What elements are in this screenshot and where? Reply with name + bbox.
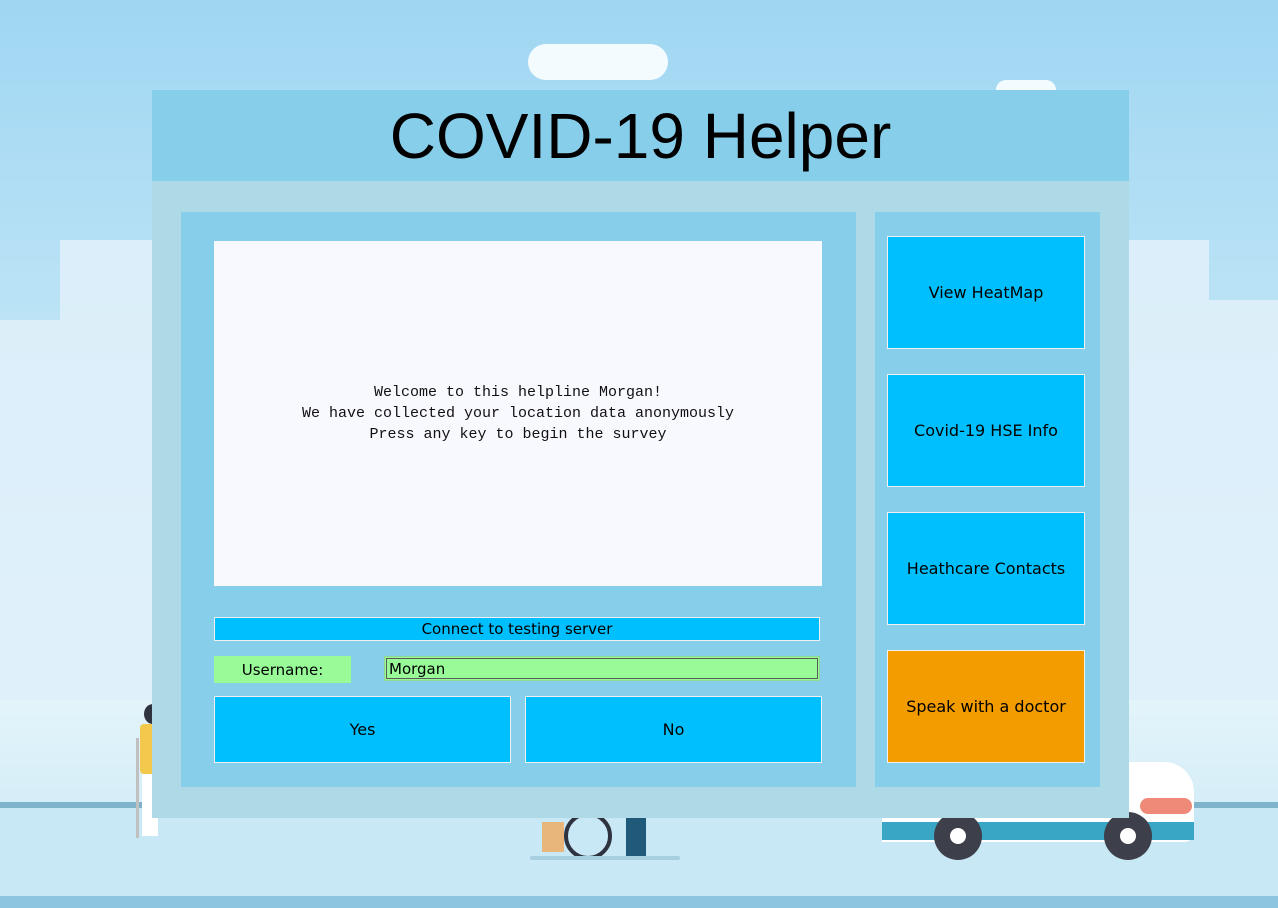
main-panel: Welcome to this helpline Morgan! We have…: [181, 212, 856, 787]
no-button[interactable]: No: [525, 696, 822, 763]
app-window: COVID-19 Helper Welcome to this helpline…: [152, 90, 1129, 818]
message-display: Welcome to this helpline Morgan! We have…: [214, 241, 822, 586]
ground-strip: [0, 896, 1278, 908]
ambulance-wheel: [1104, 812, 1152, 860]
background-building: [0, 320, 60, 700]
title-bar: COVID-19 Helper: [152, 90, 1129, 181]
background-building: [1209, 300, 1278, 700]
username-label: Username:: [214, 656, 351, 683]
connect-server-button[interactable]: Connect to testing server: [214, 617, 820, 641]
background-cloud: [528, 44, 668, 80]
background-building: [1129, 240, 1209, 700]
ambulance-light: [1140, 798, 1192, 814]
wheelchair-illustration: [530, 812, 680, 862]
healthcare-contacts-button[interactable]: Heathcare Contacts: [887, 512, 1085, 625]
ambulance-wheel: [934, 812, 982, 860]
hse-info-button[interactable]: Covid-19 HSE Info: [887, 374, 1085, 487]
side-panel: View HeatMap Covid-19 HSE Info Heathcare…: [875, 212, 1100, 787]
yes-button[interactable]: Yes: [214, 696, 511, 763]
app-title: COVID-19 Helper: [389, 99, 892, 172]
view-heatmap-button[interactable]: View HeatMap: [887, 236, 1085, 349]
background-building: [60, 240, 152, 700]
speak-doctor-button[interactable]: Speak with a doctor: [887, 650, 1085, 763]
username-input[interactable]: [384, 656, 820, 681]
